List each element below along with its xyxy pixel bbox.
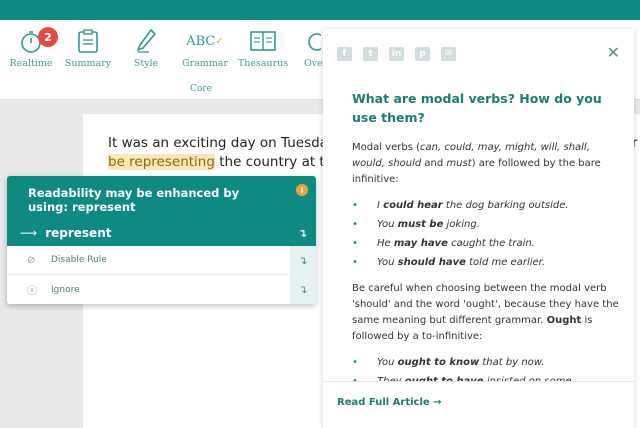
list-item: You must be joking. xyxy=(352,217,624,233)
linkedin-icon[interactable]: in xyxy=(389,47,404,61)
tool-label: Summary xyxy=(64,58,112,69)
article-panel: f t in p ✉ ✕ What are modal verbs? How d… xyxy=(323,29,634,428)
example-list: I could hear the dog barking outside. Yo… xyxy=(352,198,624,271)
option-label: Ignore xyxy=(51,284,80,295)
tool-grammar[interactable]: ABC ✓ Grammar xyxy=(174,26,236,70)
book-icon xyxy=(232,26,294,56)
apply-arrow-icon[interactable]: ↴ xyxy=(290,245,316,275)
document-text[interactable]: It was an exciting day on Tuesday be rep… xyxy=(108,134,342,172)
list-item: You ought to know that by now. xyxy=(352,355,624,371)
replacement-option[interactable]: ⟶ represent ↴ xyxy=(7,220,316,246)
apply-arrow-icon[interactable]: ↴ xyxy=(298,227,307,240)
disable-rule-option[interactable]: ⊘ Disable Rule ↴ xyxy=(7,245,316,275)
info-icon[interactable]: i xyxy=(296,184,308,196)
abc-glyph: ABC xyxy=(186,33,216,49)
tool-label: Thesaurus xyxy=(237,58,289,69)
twitter-icon[interactable]: t xyxy=(363,47,378,61)
tool-label: Realtime xyxy=(9,58,53,69)
clipboard-icon xyxy=(57,26,119,56)
list-item: You should have told me earlier. xyxy=(352,255,624,271)
eye-off-icon: ⊘ xyxy=(27,254,36,266)
close-icon[interactable]: ✕ xyxy=(607,43,620,62)
article-para-2: Be careful when choosing between the mod… xyxy=(352,283,619,342)
notification-badge: 2 xyxy=(38,27,58,47)
email-icon[interactable]: ✉ xyxy=(441,47,456,61)
ignore-option[interactable]: ⓧ Ignore ↴ xyxy=(7,275,316,304)
suggestion-header: Readability may be enhanced by using: re… xyxy=(7,176,316,246)
facebook-icon[interactable]: f xyxy=(337,47,352,61)
read-full-article-link[interactable]: Read Full Article → xyxy=(323,381,634,428)
top-bar xyxy=(0,0,640,20)
circle-x-icon: ⓧ xyxy=(27,286,37,297)
tool-summary[interactable]: Summary xyxy=(57,26,119,69)
suggestion-title: Readability may be enhanced by using: re… xyxy=(28,186,240,214)
group-label: Core xyxy=(190,84,212,94)
tool-label: Style xyxy=(133,58,159,69)
highlighted-phrase[interactable]: be representing xyxy=(108,154,215,170)
share-bar: f t in p ✉ xyxy=(337,47,456,61)
tool-style[interactable]: Style xyxy=(115,26,177,69)
pinterest-icon[interactable]: p xyxy=(415,47,430,61)
suggestion-card: Readability may be enhanced by using: re… xyxy=(7,176,316,304)
doc-line-1: It was an exciting day on Tuesday xyxy=(108,135,336,151)
pen-icon xyxy=(115,26,177,56)
article-title: What are modal verbs? How do you use the… xyxy=(352,91,602,125)
abc-check-icon: ABC ✓ xyxy=(186,33,224,49)
tool-thesaurus[interactable]: Thesaurus xyxy=(232,26,294,69)
long-arrow-icon: ⟶ xyxy=(20,226,38,240)
list-item: I could hear the dog barking outside. xyxy=(352,198,624,214)
article-intro: Modal verbs (can, could, may, might, wil… xyxy=(352,142,601,185)
tool-label: Grammar xyxy=(181,58,228,69)
replacement-text: represent xyxy=(45,226,112,240)
list-item: He may have caught the train. xyxy=(352,236,624,252)
option-label: Disable Rule xyxy=(51,255,107,265)
article-body: Modal verbs (can, could, may, might, wil… xyxy=(352,140,624,416)
apply-arrow-icon[interactable]: ↴ xyxy=(290,275,316,304)
